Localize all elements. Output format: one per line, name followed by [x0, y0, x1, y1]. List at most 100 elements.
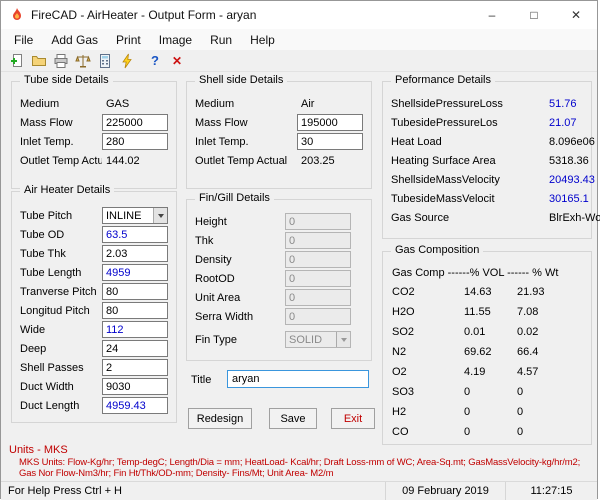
fin-unit-area-row: Unit Area	[187, 288, 371, 307]
duct-width-row: Duct Width	[12, 377, 176, 396]
menu-add-gas[interactable]: Add Gas	[42, 30, 107, 50]
gas-name: O2	[392, 366, 407, 378]
menu-image[interactable]: Image	[150, 30, 201, 50]
fin-rootod-label: RootOD	[195, 272, 235, 285]
shell-outlet-temp-row: Outlet Temp Actual 203.25	[187, 151, 371, 170]
tube-pitch-select[interactable]: INLINE	[102, 207, 168, 224]
toolbar: ? ✕	[1, 50, 597, 72]
shell-side-group: Shell side Details Medium Air Mass Flow …	[186, 74, 372, 189]
menu-help[interactable]: Help	[241, 30, 284, 50]
shellside-mass-velocity-value: 20493.43	[549, 173, 595, 186]
shell-outlet-temp-value: 203.25	[301, 154, 335, 167]
tube-outlet-temp-value: 144.02	[106, 154, 140, 167]
fin-height-row: Height	[187, 212, 371, 231]
tube-length-label: Tube Length	[20, 266, 82, 279]
exit-button[interactable]: Exit	[331, 408, 375, 429]
tube-inlet-temp-input[interactable]	[102, 133, 168, 150]
chevron-down-icon	[336, 332, 350, 347]
shell-mass-flow-input[interactable]	[297, 114, 363, 131]
menubar: File Add Gas Print Image Run Help	[1, 29, 597, 50]
tube-pitch-row: Tube Pitch INLINE	[12, 206, 176, 225]
duct-length-input[interactable]	[102, 397, 168, 414]
open-folder-icon[interactable]	[29, 51, 49, 70]
shell-medium-label: Medium	[195, 97, 235, 110]
calculator-icon[interactable]	[95, 51, 115, 70]
gas-composition-header: Gas Comp ------% VOL ------ % Wt	[392, 267, 559, 279]
tube-length-input[interactable]	[102, 264, 168, 281]
tube-od-input[interactable]	[102, 226, 168, 243]
shell-medium-value: Air	[301, 97, 315, 110]
air-heater-group: Air Heater Details Tube Pitch INLINE Tub…	[11, 184, 177, 423]
transverse-pitch-row: Tranverse Pitch	[12, 282, 176, 301]
gas-name: CO2	[392, 286, 415, 298]
shell-inlet-temp-input[interactable]	[297, 133, 363, 150]
fin-gill-title: Fin/Gill Details	[195, 192, 274, 204]
gas-wt: 0.02	[517, 326, 539, 338]
shell-outlet-temp-label: Outlet Temp Actual	[195, 154, 288, 167]
title-label: Title	[191, 374, 212, 386]
maximize-button[interactable]: □	[513, 1, 555, 29]
fin-rootod-input	[285, 270, 351, 287]
redesign-button[interactable]: Redesign	[188, 408, 252, 429]
shellside-mass-velocity-label: ShellsideMassVelocity	[391, 173, 500, 186]
tube-thk-row: Tube Thk	[12, 244, 176, 263]
save-button[interactable]: Save	[269, 408, 317, 429]
duct-length-label: Duct Length	[20, 399, 80, 412]
gas-row-o2: O2 4.19 4.57	[383, 362, 591, 382]
deep-input[interactable]	[102, 340, 168, 357]
heat-load-label: Heat Load	[391, 135, 442, 148]
menu-run[interactable]: Run	[201, 30, 241, 50]
scale-icon[interactable]	[73, 51, 93, 70]
wide-input[interactable]	[102, 321, 168, 338]
wide-label: Wide	[20, 323, 46, 336]
fin-serra-width-row: Serra Width	[187, 307, 371, 326]
tube-pitch-label: Tube Pitch	[20, 209, 73, 222]
shell-passes-label: Shell Passes	[20, 361, 84, 374]
tubeside-pressure-loss-value: 21.07	[549, 116, 577, 129]
exit-icon[interactable]: ✕	[167, 51, 187, 70]
menu-print[interactable]: Print	[107, 30, 150, 50]
shell-passes-input[interactable]	[102, 359, 168, 376]
tube-length-row: Tube Length	[12, 263, 176, 282]
shell-passes-row: Shell Passes	[12, 358, 176, 377]
tube-mass-flow-input[interactable]	[102, 114, 168, 131]
duct-width-input[interactable]	[102, 378, 168, 395]
perf-row: ShellsidePressureLoss 51.76	[383, 94, 591, 113]
menu-file[interactable]: File	[5, 30, 42, 50]
gas-vol: 0	[464, 426, 471, 438]
shell-inlet-temp-row: Inlet Temp.	[187, 132, 371, 151]
print-icon[interactable]	[51, 51, 71, 70]
shellside-pressure-loss-value: 51.76	[549, 97, 577, 110]
longitud-pitch-input[interactable]	[102, 302, 168, 319]
tube-thk-input[interactable]	[102, 245, 168, 262]
status-help-text: For Help Press Ctrl + H	[8, 485, 122, 497]
heat-load-value: 8.096e06	[549, 135, 595, 148]
gas-wt: 0	[517, 386, 524, 398]
perf-row: TubesideMassVelocit 30165.1	[383, 189, 591, 208]
close-button[interactable]: ✕	[555, 1, 597, 29]
new-icon[interactable]	[7, 51, 27, 70]
title-input[interactable]	[227, 370, 369, 388]
gas-row-co2: CO2 14.63 21.93	[383, 282, 591, 302]
gas-name: SO2	[392, 326, 415, 338]
gas-vol: 0	[464, 386, 471, 398]
fin-unit-area-input	[285, 289, 351, 306]
transverse-pitch-input[interactable]	[102, 283, 168, 300]
perf-row: Heat Load 8.096e06	[383, 132, 595, 151]
mks-units-line1: MKS Units: Flow-Kg/hr; Temp-degC; Length…	[19, 457, 581, 468]
gas-wt: 66.4	[517, 346, 539, 358]
gas-name: N2	[392, 346, 407, 358]
tube-outlet-temp-row: Outlet Temp Actual 144.02	[12, 151, 176, 170]
help-icon[interactable]: ?	[145, 51, 165, 70]
deep-label: Deep	[20, 342, 47, 355]
run-icon[interactable]	[117, 51, 137, 70]
tube-outlet-temp-label: Outlet Temp Actual	[20, 154, 102, 167]
status-date: 09 February 2019	[385, 482, 505, 500]
tube-thk-label: Tube Thk	[20, 247, 66, 260]
transverse-pitch-label: Tranverse Pitch	[20, 285, 97, 298]
minimize-button[interactable]: –	[471, 1, 513, 29]
gas-row-n2: N2 69.62 66.4	[383, 342, 591, 362]
gas-wt: 0	[517, 426, 524, 438]
window-title: FireCAD - AirHeater - Output Form - arya…	[31, 8, 257, 22]
tube-medium-row: Medium GAS	[12, 94, 176, 113]
